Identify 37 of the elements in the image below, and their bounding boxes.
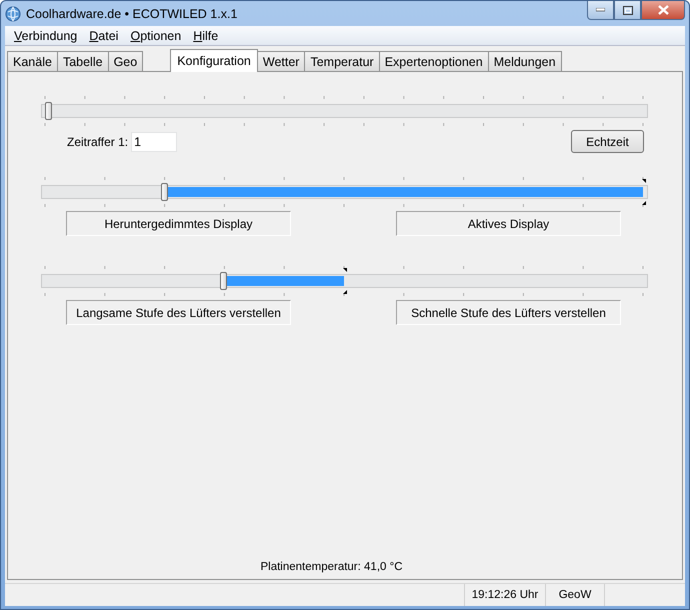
tab[interactable]: Expertenoptionen [378,51,489,71]
toggle-button[interactable]: Langsame Stufe des Lüfters verstellen [66,300,291,325]
menu-item[interactable]: Hilfe [187,28,224,42]
status-text: GeoW [545,584,604,606]
globe-icon [5,6,21,22]
tab[interactable]: Tabelle [56,51,109,71]
slider-thumb[interactable] [220,272,228,290]
tab[interactable]: Konfiguration [170,49,258,72]
input-field[interactable]: 1 [131,132,178,152]
toggle-button[interactable]: Schnelle Stufe des Lüfters verstellen [396,300,621,325]
minimize-icon [596,8,605,12]
tab[interactable]: Meldungen [488,51,562,71]
tab[interactable]: Geo [108,51,144,71]
temperature-label: Platinentemperatur: 41,0 °C [260,561,403,573]
slider-thumb[interactable] [45,102,52,120]
window-title: Coolhardware.de • ECOTWILED 1.x.1 [26,6,238,20]
tab[interactable]: Temperatur [304,51,380,71]
range-end-marker[interactable] [642,179,646,205]
realtime-button[interactable]: Echtzeit [571,130,644,153]
menu-item[interactable]: Verbindung [8,28,84,42]
range-slider[interactable] [41,266,648,296]
tab[interactable]: Kanäle [7,51,58,71]
menu-item[interactable]: Datei [83,28,124,42]
close-button[interactable] [641,1,685,20]
range-end-marker[interactable] [343,268,347,294]
maximize-button[interactable] [614,1,641,20]
close-icon [658,5,668,15]
status-text: 19:12:26 Uhr [464,584,545,606]
toggle-button[interactable]: Heruntergedimmtes Display [66,211,291,236]
toggle-button[interactable]: Aktives Display [396,211,621,236]
range-slider[interactable] [41,177,648,207]
slider[interactable] [41,96,648,126]
field-label: Zeitraffer 1: [67,134,128,148]
maximize-icon [622,6,632,14]
tab[interactable]: Wetter [256,51,306,71]
minimize-button[interactable] [587,1,614,20]
menu-item[interactable]: Optionen [124,28,188,42]
